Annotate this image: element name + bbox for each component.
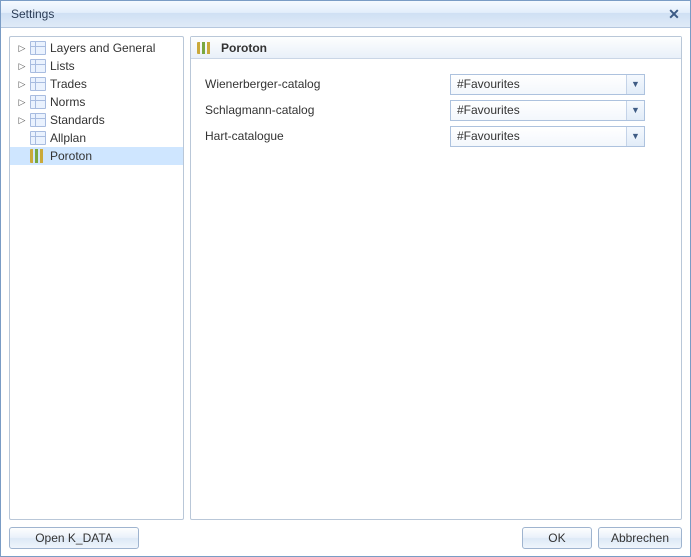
dialog-body: ▷ Layers and General ▷ Lists ▷ Trades ▷ … [1,28,690,520]
form-row-hart: Hart-catalogue #Favourites ▼ [205,123,667,149]
tree-item-norms[interactable]: ▷ Norms [10,93,183,111]
form-label: Wienerberger-catalog [205,77,450,91]
wienerberger-catalog-select[interactable]: #Favourites ▼ [450,74,645,95]
window-title: Settings [11,7,664,21]
table-icon [30,41,46,55]
close-icon: ✕ [668,6,680,23]
tree-item-label: Standards [50,113,105,127]
ok-button[interactable]: OK [522,527,592,549]
tree-item-lists[interactable]: ▷ Lists [10,57,183,75]
tree-item-label: Lists [50,59,75,73]
chevron-right-icon[interactable]: ▷ [16,60,28,72]
table-icon [30,113,46,127]
select-value: #Favourites [457,129,520,143]
tree-item-poroton[interactable]: ▷ Poroton [10,147,183,165]
tree-item-label: Allplan [50,131,86,145]
bars-icon [197,42,211,54]
open-kdata-button[interactable]: Open K_DATA [9,527,139,549]
select-value: #Favourites [457,103,520,117]
content-heading: Poroton [221,41,267,55]
close-button[interactable]: ✕ [664,5,684,23]
form-row-schlagmann: Schlagmann-catalog #Favourites ▼ [205,97,667,123]
table-icon [30,131,46,145]
chevron-down-icon: ▼ [626,101,644,120]
chevron-right-icon[interactable]: ▷ [16,96,28,108]
tree-item-layers-and-general[interactable]: ▷ Layers and General [10,39,183,57]
dialog-footer: Open K_DATA OK Abbrechen [1,520,690,556]
chevron-down-icon: ▼ [626,127,644,146]
cancel-button[interactable]: Abbrechen [598,527,682,549]
tree-item-label: Poroton [50,149,92,163]
settings-window: Settings ✕ ▷ Layers and General ▷ Lists … [0,0,691,557]
schlagmann-catalog-select[interactable]: #Favourites ▼ [450,100,645,121]
form-label: Hart-catalogue [205,129,450,143]
table-icon [30,95,46,109]
select-value: #Favourites [457,77,520,91]
settings-tree: ▷ Layers and General ▷ Lists ▷ Trades ▷ … [9,36,184,520]
chevron-right-icon[interactable]: ▷ [16,114,28,126]
bars-icon [30,149,46,163]
form-row-wienerberger: Wienerberger-catalog #Favourites ▼ [205,71,667,97]
chevron-right-icon[interactable]: ▷ [16,42,28,54]
table-icon [30,59,46,73]
chevron-right-icon[interactable]: ▷ [16,78,28,90]
table-icon [30,77,46,91]
tree-item-label: Trades [50,77,87,91]
form-area: Wienerberger-catalog #Favourites ▼ Schla… [191,59,681,161]
tree-item-trades[interactable]: ▷ Trades [10,75,183,93]
tree-item-standards[interactable]: ▷ Standards [10,111,183,129]
content-header: Poroton [191,37,681,59]
tree-item-allplan[interactable]: ▷ Allplan [10,129,183,147]
form-label: Schlagmann-catalog [205,103,450,117]
hart-catalogue-select[interactable]: #Favourites ▼ [450,126,645,147]
content-panel: Poroton Wienerberger-catalog #Favourites… [190,36,682,520]
chevron-down-icon: ▼ [626,75,644,94]
tree-item-label: Layers and General [50,41,155,55]
tree-item-label: Norms [50,95,85,109]
titlebar: Settings ✕ [1,1,690,28]
